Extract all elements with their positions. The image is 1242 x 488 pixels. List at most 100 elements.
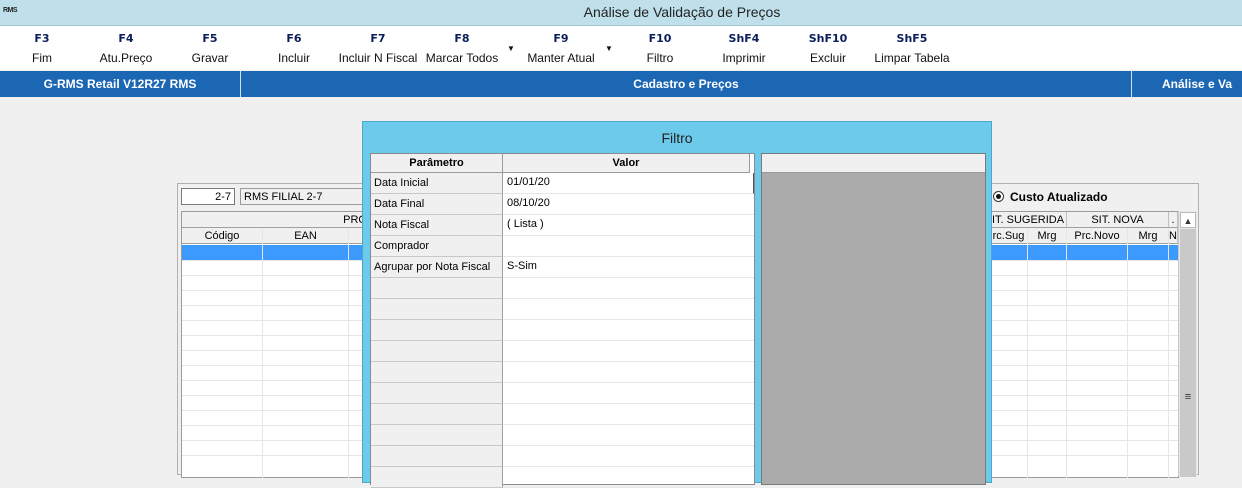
filter-row-empty bbox=[371, 467, 754, 488]
row-divider bbox=[182, 410, 372, 411]
branch-code-field[interactable]: 2-7 bbox=[181, 188, 235, 205]
selected-row[interactable] bbox=[182, 245, 372, 260]
param-value bbox=[503, 299, 754, 320]
row-divider bbox=[990, 365, 1178, 366]
param-value bbox=[503, 446, 754, 467]
param-value bbox=[503, 278, 754, 299]
filter-row-empty bbox=[371, 278, 754, 299]
column-header-codigo[interactable]: Código bbox=[182, 228, 263, 244]
filter-row-empty bbox=[371, 362, 754, 383]
branch-name-field: RMS FILIAL 2-7 bbox=[240, 188, 370, 205]
row-divider bbox=[990, 260, 1178, 261]
column-divider bbox=[348, 228, 349, 478]
column-header-mrg-nova[interactable]: Mrg bbox=[1128, 228, 1169, 244]
column-header-ean[interactable]: EAN bbox=[263, 228, 349, 244]
column-header-parametro: Parâmetro bbox=[371, 154, 503, 173]
filter-row-data-inicial[interactable]: Data Inicial 01/01/20 bbox=[371, 173, 754, 194]
row-divider bbox=[990, 455, 1178, 456]
column-header-mrg[interactable]: Mrg bbox=[1028, 228, 1067, 244]
title-bar: RMS Análise de Validação de Preços bbox=[0, 0, 1242, 26]
grid-group-header: PRO bbox=[182, 212, 372, 228]
param-label bbox=[371, 278, 503, 299]
param-label: Agrupar por Nota Fiscal bbox=[371, 257, 503, 278]
param-value bbox=[503, 383, 754, 404]
row-divider bbox=[990, 335, 1178, 336]
key-label: F8 bbox=[454, 32, 470, 45]
module-name: Cadastro e Preços bbox=[241, 71, 1132, 97]
row-divider bbox=[182, 290, 372, 291]
data-final-input[interactable]: 08/10/20 bbox=[503, 194, 754, 215]
filter-options-pane bbox=[761, 153, 986, 485]
system-version: G-RMS Retail V12R27 RMS bbox=[0, 71, 241, 97]
group-header-sugerida: IT. SUGERIDA bbox=[990, 212, 1067, 228]
column-header-more[interactable]: N bbox=[1169, 228, 1178, 244]
column-header-prc-novo[interactable]: Prc.Novo bbox=[1067, 228, 1128, 244]
key-label: ShF5 bbox=[896, 32, 928, 45]
filter-row-nota-fiscal[interactable]: Nota Fiscal ( Lista ) bbox=[371, 215, 754, 236]
filter-row-empty bbox=[371, 320, 754, 341]
filter-row-empty bbox=[371, 446, 754, 467]
param-value bbox=[503, 425, 754, 446]
param-label bbox=[371, 404, 503, 425]
scroll-up-icon[interactable]: ▲ bbox=[1180, 212, 1196, 228]
scrollbar-thumb[interactable] bbox=[1180, 229, 1196, 477]
filter-row-agrupar[interactable]: Agrupar por Nota Fiscal S-Sim bbox=[371, 257, 754, 278]
module-header: G-RMS Retail V12R27 RMS Cadastro e Preço… bbox=[0, 71, 1242, 97]
column-header-valor: Valor bbox=[503, 154, 750, 173]
filter-row-comprador[interactable]: Comprador bbox=[371, 236, 754, 257]
button-label: Manter Atual bbox=[527, 51, 595, 65]
products-grid[interactable]: PRO Código EAN bbox=[181, 211, 373, 478]
program-name: Análise e Va bbox=[1162, 77, 1233, 91]
param-label bbox=[371, 362, 503, 383]
row-divider bbox=[990, 305, 1178, 306]
row-divider bbox=[182, 305, 372, 306]
marcar-todos-button[interactable]: F8 Marcar Todos bbox=[407, 32, 517, 65]
param-label bbox=[371, 299, 503, 320]
button-label: Marcar Todos bbox=[425, 51, 499, 65]
param-value bbox=[503, 320, 754, 341]
scroll-grip-icon: ≡ bbox=[1184, 391, 1192, 403]
prices-grid[interactable]: IT. SUGERIDA SIT. NOVA . rc.Sug Mrg Prc.… bbox=[990, 211, 1179, 478]
filter-dialog: Filtro Parâmetro Valor Data Inicial 01/0… bbox=[362, 121, 992, 488]
grid-vertical-scrollbar[interactable]: ▲ ≡ bbox=[1178, 211, 1197, 477]
filter-row-empty bbox=[371, 299, 754, 320]
row-divider bbox=[990, 275, 1178, 276]
param-value bbox=[503, 341, 754, 362]
group-header-more: . bbox=[1169, 212, 1178, 228]
custo-atualizado-radio[interactable]: Custo Atualizado bbox=[993, 190, 1108, 204]
column-divider bbox=[1066, 228, 1067, 478]
column-divider bbox=[1027, 228, 1028, 478]
param-value bbox=[503, 362, 754, 383]
row-divider bbox=[182, 275, 372, 276]
param-label bbox=[371, 467, 503, 488]
row-divider bbox=[990, 290, 1178, 291]
manter-atual-button[interactable]: F9 Manter Atual bbox=[506, 32, 616, 65]
selected-row[interactable] bbox=[990, 245, 1178, 260]
options-pane-header bbox=[762, 154, 985, 173]
row-divider bbox=[990, 350, 1178, 351]
filter-row-data-final[interactable]: Data Final 08/10/20 bbox=[371, 194, 754, 215]
comprador-input[interactable] bbox=[503, 236, 754, 257]
key-label: F9 bbox=[553, 32, 569, 45]
row-divider bbox=[990, 440, 1178, 441]
column-divider bbox=[262, 228, 263, 478]
limpar-tabela-button[interactable]: ShF5 Limpar Tabela bbox=[857, 32, 967, 65]
row-divider bbox=[182, 380, 372, 381]
nota-fiscal-input[interactable]: ( Lista ) bbox=[503, 215, 754, 236]
agrupar-input[interactable]: S-Sim bbox=[503, 257, 754, 278]
param-value bbox=[503, 404, 754, 425]
data-inicial-input[interactable]: 01/01/20 bbox=[503, 173, 754, 194]
column-divider bbox=[1127, 228, 1128, 478]
column-header-prc-sug[interactable]: rc.Sug bbox=[990, 228, 1028, 244]
param-label bbox=[371, 446, 503, 467]
filter-parameters-grid[interactable]: Parâmetro Valor Data Inicial 01/01/20 Da… bbox=[370, 153, 755, 488]
row-divider bbox=[182, 395, 372, 396]
param-label: Data Inicial bbox=[371, 173, 503, 194]
param-label bbox=[371, 341, 503, 362]
row-divider bbox=[990, 320, 1178, 321]
param-label bbox=[371, 425, 503, 446]
row-divider bbox=[990, 380, 1178, 381]
radio-label: Custo Atualizado bbox=[1010, 190, 1108, 204]
filter-row-empty bbox=[371, 341, 754, 362]
row-divider bbox=[182, 335, 372, 336]
